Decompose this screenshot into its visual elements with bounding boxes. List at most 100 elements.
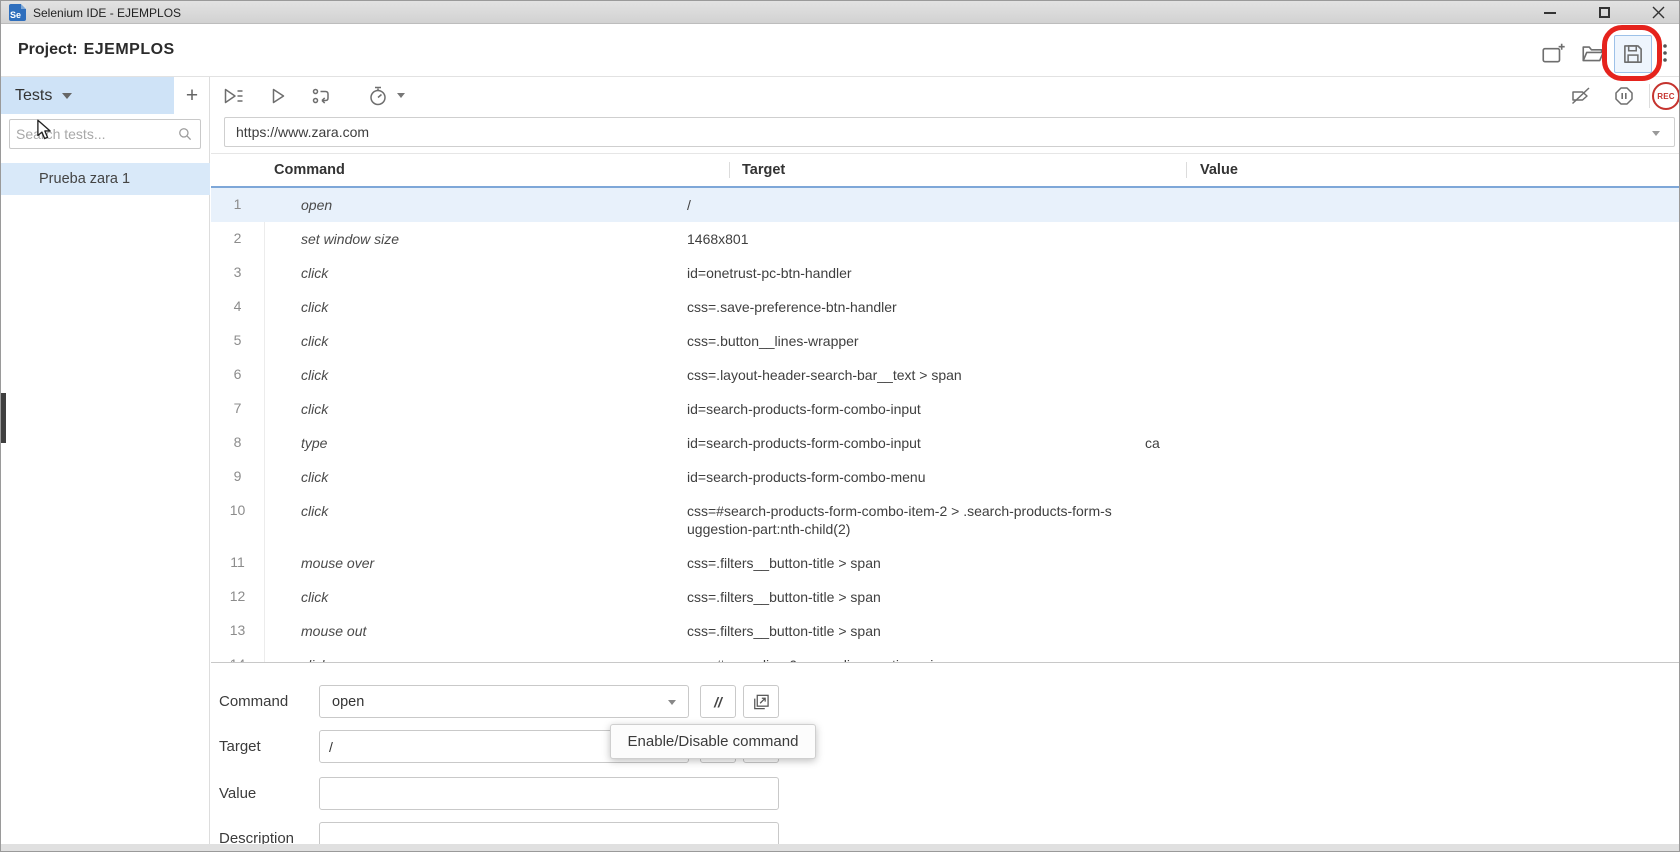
selenium-logo-icon: Se xyxy=(9,4,26,21)
table-row[interactable]: 13 mouse out css=.filters__button-title … xyxy=(211,614,1679,648)
row-command: click xyxy=(301,503,329,519)
base-url-combobox[interactable]: https://www.zara.com xyxy=(224,117,1675,147)
run-all-tests-button[interactable] xyxy=(221,84,245,108)
pause-octagon-icon xyxy=(1615,87,1633,105)
table-row[interactable]: 10 click css=#search-products-form-combo… xyxy=(211,494,1679,546)
table-row[interactable]: 3 click id=onetrust-pc-btn-handler xyxy=(211,256,1679,290)
project-title: Project: EJEMPLOS xyxy=(18,41,175,59)
command-select-caret-icon xyxy=(668,700,676,705)
save-project-button[interactable] xyxy=(1614,35,1652,73)
table-row[interactable]: 11 mouse over css=.filters__button-title… xyxy=(211,546,1679,580)
row-command: open xyxy=(301,197,333,213)
search-input[interactable] xyxy=(16,121,176,147)
selenium-ide-window: Se Selenium IDE - EJEMPLOS Project: EJEMP… xyxy=(0,0,1680,852)
row-number: 6 xyxy=(211,358,265,392)
row-command: click xyxy=(301,367,329,383)
column-target[interactable]: Target xyxy=(729,162,1186,178)
row-target: css=#search-products-form-combo-item-2 >… xyxy=(687,503,1112,537)
column-value[interactable]: Value xyxy=(1186,162,1679,178)
kebab-menu-icon xyxy=(1663,44,1667,62)
row-command: click xyxy=(301,333,329,349)
row-target: id=onetrust-pc-btn-handler xyxy=(687,265,852,281)
table-row[interactable]: 7 click id=search-products-form-combo-in… xyxy=(211,392,1679,426)
maximize-icon xyxy=(1598,7,1610,18)
close-button[interactable] xyxy=(1641,1,1675,24)
value-input[interactable] xyxy=(319,777,779,810)
table-row[interactable]: 8 type id=search-products-form-combo-inp… xyxy=(211,426,1679,460)
table-row[interactable]: 5 click css=.button__lines-wrapper xyxy=(211,324,1679,358)
row-value xyxy=(1132,580,1679,614)
table-row[interactable]: 9 click id=search-products-form-combo-me… xyxy=(211,460,1679,494)
screen-edge-artifact xyxy=(1,393,6,443)
search-icon xyxy=(179,128,192,141)
save-icon xyxy=(1624,45,1642,63)
tests-bar: Tests + xyxy=(1,77,210,114)
table-row[interactable]: 6 click css=.layout-header-search-bar__t… xyxy=(211,358,1679,392)
row-target: id=search-products-form-combo-menu xyxy=(687,469,926,485)
toggle-comment-button[interactable]: // xyxy=(700,685,736,718)
new-project-icon xyxy=(1542,43,1565,63)
disable-breakpoints-icon xyxy=(1571,87,1590,105)
row-value xyxy=(1132,290,1679,324)
row-number: 8 xyxy=(211,426,265,460)
table-row[interactable]: 2 set window size 1468x801 xyxy=(211,222,1679,256)
row-target: / xyxy=(687,197,691,213)
pause-on-exceptions-button[interactable] xyxy=(1612,84,1636,108)
toolbar-divider xyxy=(1649,84,1650,108)
enable-disable-tooltip: Enable/Disable command xyxy=(610,724,816,759)
step-over-icon xyxy=(312,88,329,104)
row-target: css=.save-preference-btn-handler xyxy=(687,299,897,315)
tests-dropdown[interactable]: Tests xyxy=(1,77,174,114)
new-project-button[interactable] xyxy=(1540,40,1566,66)
table-row[interactable]: 12 click css=.filters__button-title > sp… xyxy=(211,580,1679,614)
row-target: css=.filters__button-title > span xyxy=(687,623,881,639)
test-speed-button[interactable] xyxy=(366,84,390,108)
row-target: id=search-products-form-combo-input xyxy=(687,401,921,417)
more-options-button[interactable] xyxy=(1659,40,1671,66)
row-command: mouse out xyxy=(301,623,367,639)
titlebar: Se Selenium IDE - EJEMPLOS xyxy=(1,1,1679,24)
row-number: 13 xyxy=(211,614,265,648)
row-command: type xyxy=(301,435,328,451)
window-title: Selenium IDE - EJEMPLOS xyxy=(33,6,182,20)
row-command: click xyxy=(301,401,329,417)
speed-dropdown-caret-icon[interactable] xyxy=(397,93,405,98)
table-row[interactable]: 14 click css=#accordion-0 .accordion-sec… xyxy=(211,648,1679,662)
disable-breakpoints-button[interactable] xyxy=(1569,84,1593,108)
row-number: 14 xyxy=(211,648,265,662)
row-target: css=.filters__button-title > span xyxy=(687,589,881,605)
row-target: css=.button__lines-wrapper xyxy=(687,333,859,349)
row-value xyxy=(1132,324,1679,358)
main-area: REC https://www.zara.com Command Target … xyxy=(211,77,1679,851)
run-current-test-button[interactable] xyxy=(266,84,290,108)
play-icon xyxy=(272,88,285,104)
row-value xyxy=(1132,392,1679,426)
command-select-value: open xyxy=(332,693,365,710)
row-value xyxy=(1132,222,1679,256)
open-reference-button[interactable] xyxy=(743,685,779,718)
row-number: 1 xyxy=(233,196,242,212)
minimize-button[interactable] xyxy=(1533,1,1567,24)
open-project-icon xyxy=(1582,46,1605,62)
row-value xyxy=(1132,494,1679,546)
add-test-button[interactable]: + xyxy=(177,77,207,114)
row-value xyxy=(1132,546,1679,580)
record-button[interactable]: REC xyxy=(1652,82,1679,110)
command-select[interactable]: open xyxy=(319,685,689,718)
open-project-button[interactable] xyxy=(1580,40,1606,66)
row-number: 10 xyxy=(211,494,265,546)
minimize-icon xyxy=(1544,11,1556,14)
command-table-body: 1 open / 2 set window size 1468x801 3 cl… xyxy=(211,186,1679,662)
row-value xyxy=(1132,460,1679,494)
open-new-window-icon xyxy=(754,694,769,709)
column-command[interactable]: Command xyxy=(265,162,729,178)
table-row[interactable]: 4 click css=.save-preference-btn-handler xyxy=(211,290,1679,324)
toolbar: REC xyxy=(211,77,1679,114)
test-search-box xyxy=(9,119,201,149)
sidebar-item-test[interactable]: Prueba zara 1 xyxy=(1,163,210,195)
step-over-button[interactable] xyxy=(309,84,333,108)
maximize-button[interactable] xyxy=(1587,1,1621,24)
row-value: ca xyxy=(1145,435,1160,451)
table-row[interactable]: 1 open / xyxy=(211,186,1679,222)
project-header: Project: EJEMPLOS xyxy=(1,24,1679,77)
